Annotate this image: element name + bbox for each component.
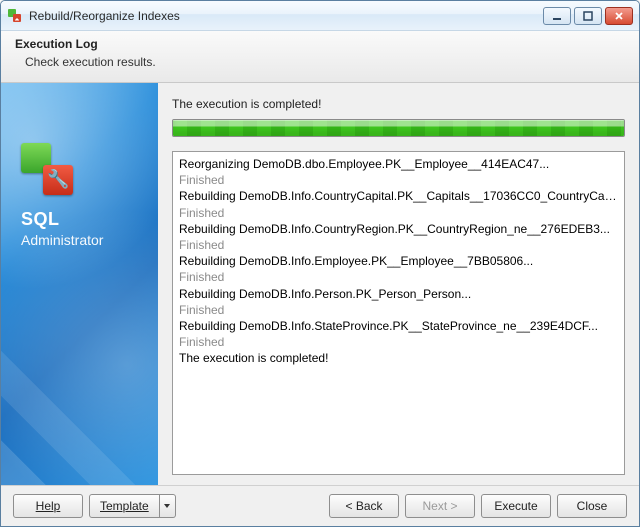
page-title: Execution Log — [15, 37, 625, 51]
window-title: Rebuild/Reorganize Indexes — [29, 9, 543, 23]
brand-subtitle: Administrator — [21, 232, 148, 248]
log-line-task: Rebuilding DemoDB.Info.Employee.PK__Empl… — [179, 253, 618, 269]
log-line-summary: The execution is completed! — [179, 350, 618, 366]
progress-fill — [173, 120, 624, 136]
minimize-button[interactable] — [543, 7, 571, 25]
execute-button[interactable]: Execute — [481, 494, 551, 518]
brand-block: 🔧 SQL Administrator — [21, 143, 148, 248]
wrench-icon: 🔧 — [47, 169, 69, 190]
main-panel: The execution is completed! Reorganizing… — [158, 83, 639, 485]
log-line-task: Rebuilding DemoDB.Info.Person.PK_Person_… — [179, 286, 618, 302]
execution-log[interactable]: Reorganizing DemoDB.dbo.Employee.PK__Emp… — [172, 151, 625, 475]
log-line-task: Rebuilding DemoDB.Info.CountryCapital.PK… — [179, 188, 618, 204]
maximize-button[interactable] — [574, 7, 602, 25]
app-icon — [7, 8, 23, 24]
log-line-task: Reorganizing DemoDB.dbo.Employee.PK__Emp… — [179, 156, 618, 172]
brand-icon: 🔧 — [21, 143, 77, 199]
body-area: 🔧 SQL Administrator The execution is com… — [1, 83, 639, 486]
brand-title: SQL — [21, 209, 148, 230]
app-window: Rebuild/Reorganize Indexes Execution Log… — [0, 0, 640, 527]
close-button[interactable]: Close — [557, 494, 627, 518]
log-line-task: Rebuilding DemoDB.Info.StateProvince.PK_… — [179, 318, 618, 334]
log-line-finished: Finished — [179, 205, 618, 221]
page-header: Execution Log Check execution results. — [1, 31, 639, 83]
close-window-button[interactable] — [605, 7, 633, 25]
template-button[interactable]: Template — [89, 494, 160, 518]
side-panel: 🔧 SQL Administrator — [1, 83, 158, 485]
progress-bar — [172, 119, 625, 137]
template-dropdown-button[interactable] — [160, 494, 176, 518]
titlebar: Rebuild/Reorganize Indexes — [1, 1, 639, 31]
log-line-finished: Finished — [179, 302, 618, 318]
back-button[interactable]: < Back — [329, 494, 399, 518]
template-split-button: Template — [89, 494, 176, 518]
log-line-finished: Finished — [179, 237, 618, 253]
next-button[interactable]: Next > — [405, 494, 475, 518]
log-line-finished: Finished — [179, 172, 618, 188]
help-button[interactable]: Help — [13, 494, 83, 518]
log-line-task: Rebuilding DemoDB.Info.CountryRegion.PK_… — [179, 221, 618, 237]
page-subtitle: Check execution results. — [25, 55, 625, 69]
status-text: The execution is completed! — [172, 97, 625, 111]
window-controls — [543, 7, 633, 25]
log-line-finished: Finished — [179, 269, 618, 285]
footer: Help Template < Back Next > Execute Clos… — [1, 486, 639, 526]
log-line-finished: Finished — [179, 334, 618, 350]
